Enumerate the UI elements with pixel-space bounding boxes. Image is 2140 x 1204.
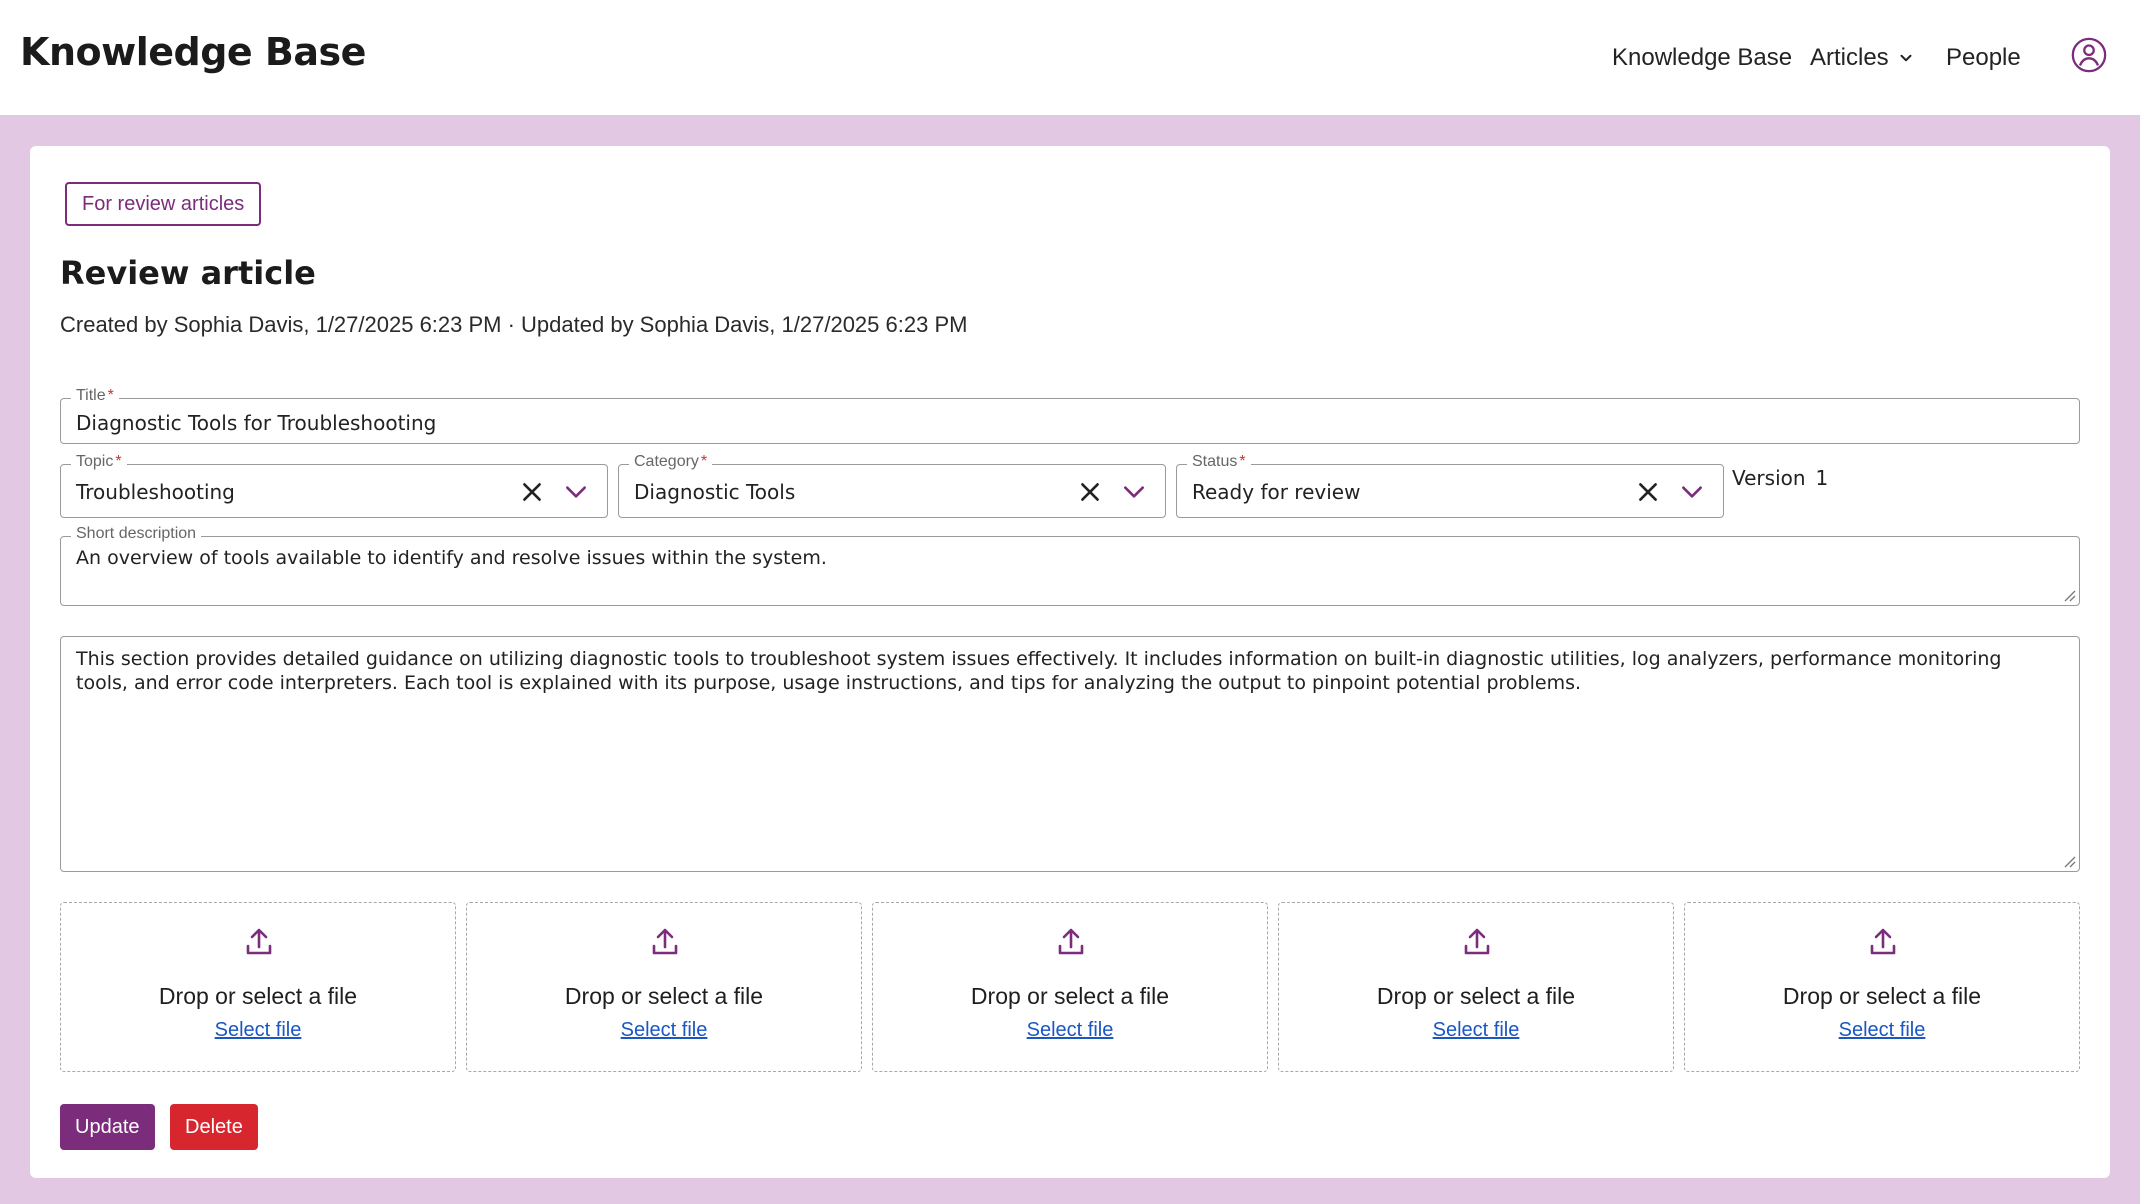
chevron-down-icon [1900, 54, 1912, 62]
title-input-value: Diagnostic Tools for Troubleshooting [76, 411, 437, 435]
user-circle-icon[interactable] [2070, 36, 2108, 74]
upload-icon [652, 928, 678, 955]
title-label: Title * [71, 387, 119, 405]
required-marker: * [700, 453, 708, 470]
page-title: Review article [60, 254, 316, 292]
clear-icon[interactable] [519, 479, 545, 505]
required-marker: * [107, 387, 114, 404]
update-button[interactable]: Update [60, 1104, 155, 1150]
topic-select[interactable]: Topic * Troubleshooting [60, 453, 608, 518]
chevron-down-icon[interactable] [1121, 479, 1147, 505]
brand-title[interactable]: Knowledge Base [20, 30, 366, 74]
delete-button[interactable]: Delete [170, 1104, 258, 1150]
dropzone-text: Drop or select a file [1376, 983, 1576, 1009]
upload-icon [1058, 928, 1084, 955]
topic-label: Topic * [71, 453, 127, 471]
nav-articles-menu[interactable]: Articles [1810, 44, 1915, 72]
resize-handle-icon[interactable] [2062, 588, 2076, 602]
clear-icon[interactable] [1077, 479, 1103, 505]
select-file-link[interactable]: Select file [61, 1019, 455, 1042]
select-file-link[interactable]: Select file [873, 1019, 1267, 1042]
category-value: Diagnostic Tools [634, 480, 796, 504]
upload-icon [1870, 928, 1896, 955]
topic-value: Troubleshooting [76, 480, 235, 504]
file-dropzones: Drop or select a file Select file Drop o… [60, 902, 2080, 1072]
file-dropzone[interactable]: Drop or select a file Select file [872, 902, 1268, 1072]
version-indicator: Version 1 [1732, 466, 1828, 490]
short-description-value: An overview of tools available to identi… [76, 547, 827, 569]
article-meta: Created by Sophia Davis, 1/27/2025 6:23 … [60, 312, 968, 337]
short-description-label: Short description [71, 525, 202, 543]
status-label: Status * [1187, 453, 1251, 471]
category-label: Category * [629, 453, 713, 471]
title-field[interactable]: Title * Diagnostic Tools for Troubleshoot… [60, 387, 2080, 444]
select-file-link[interactable]: Select file [467, 1019, 861, 1042]
dropzone-text: Drop or select a file [1782, 983, 1982, 1009]
upload-icon [1464, 928, 1490, 955]
select-file-link[interactable]: Select file [1279, 1019, 1673, 1042]
chevron-down-icon[interactable] [563, 479, 589, 505]
status-value: Ready for review [1192, 480, 1361, 504]
chevron-down-icon[interactable] [1679, 479, 1705, 505]
file-dropzone[interactable]: Drop or select a file Select file [1278, 902, 1674, 1072]
nav-people[interactable]: People [1946, 44, 2021, 72]
article-body-field[interactable]: This section provides detailed guidance … [60, 636, 2080, 872]
category-select[interactable]: Category * Diagnostic Tools [618, 453, 1166, 518]
dropzone-text: Drop or select a file [158, 983, 358, 1009]
clear-icon[interactable] [1635, 479, 1661, 505]
file-dropzone[interactable]: Drop or select a file Select file [1684, 902, 2080, 1072]
upload-icon [246, 928, 272, 955]
select-file-link[interactable]: Select file [1685, 1019, 2079, 1042]
dropzone-text: Drop or select a file [970, 983, 1170, 1009]
version-number: 1 [1815, 466, 1829, 490]
article-body-value: This section provides detailed guidance … [76, 648, 2002, 694]
file-dropzone[interactable]: Drop or select a file Select file [466, 902, 862, 1072]
short-description-field[interactable]: Short description An overview of tools a… [60, 525, 2080, 606]
required-marker: * [115, 453, 122, 470]
resize-handle-icon[interactable] [2062, 854, 2076, 868]
for-review-articles-button[interactable]: For review articles [65, 182, 262, 226]
file-dropzone[interactable]: Drop or select a file Select file [60, 902, 456, 1072]
nav-articles-label: Articles [1810, 44, 1889, 71]
nav-knowledge-base[interactable]: Knowledge Base [1612, 44, 1792, 72]
status-select[interactable]: Status * Ready for review [1176, 453, 1724, 518]
review-article-card: For review articles Review article Creat… [30, 146, 2110, 1178]
dropzone-text: Drop or select a file [564, 983, 764, 1009]
version-label: Version [1732, 466, 1806, 490]
top-navigation-bar: Knowledge Base Knowledge Base Articles P… [0, 0, 2140, 115]
required-marker: * [1239, 453, 1246, 470]
